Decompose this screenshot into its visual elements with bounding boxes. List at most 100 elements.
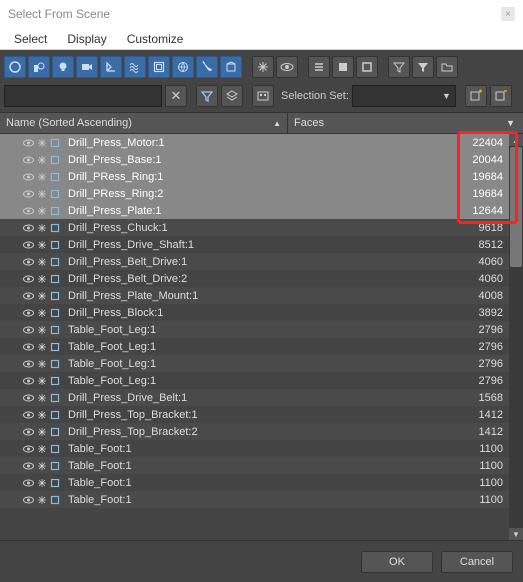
freeze-icon[interactable] — [36, 256, 47, 267]
freeze-icon[interactable] — [36, 205, 47, 216]
freeze-icon[interactable] — [36, 307, 47, 318]
layers-icon[interactable] — [221, 85, 243, 107]
header-menu-icon[interactable]: ▼ — [506, 118, 515, 128]
freeze-icon[interactable] — [36, 222, 47, 233]
scrollbar[interactable]: ▲ ▼ — [509, 134, 523, 540]
visibility-icon[interactable] — [23, 443, 34, 454]
freeze-icon[interactable] — [36, 443, 47, 454]
visibility-icon[interactable] — [23, 273, 34, 284]
container-icon[interactable] — [220, 56, 242, 78]
camera-icon[interactable] — [76, 56, 98, 78]
visibility-icon[interactable] — [23, 205, 34, 216]
circle-icon[interactable] — [4, 56, 26, 78]
folder-icon[interactable] — [436, 56, 458, 78]
scroll-up-icon[interactable]: ▲ — [509, 134, 523, 146]
filter-icon[interactable] — [388, 56, 410, 78]
table-row[interactable]: Table_Foot:11100 — [0, 440, 509, 457]
header-faces[interactable]: Faces — [288, 117, 523, 129]
menu-select[interactable]: Select — [14, 32, 47, 46]
table-row[interactable]: Drill_Press_Belt_Drive:14060 — [0, 253, 509, 270]
snowflake-icon[interactable] — [252, 56, 274, 78]
freeze-icon[interactable] — [36, 239, 47, 250]
freeze-icon[interactable] — [36, 494, 47, 505]
visibility-icon[interactable] — [23, 392, 34, 403]
list-icon[interactable] — [308, 56, 330, 78]
freeze-icon[interactable] — [36, 290, 47, 301]
freeze-icon[interactable] — [36, 375, 47, 386]
rect2-icon[interactable] — [356, 56, 378, 78]
freeze-icon[interactable] — [36, 358, 47, 369]
visibility-icon[interactable] — [23, 137, 34, 148]
selset-add-icon[interactable] — [465, 85, 487, 107]
visibility-icon[interactable] — [23, 222, 34, 233]
visibility-icon[interactable] — [23, 375, 34, 386]
visibility-icon[interactable] — [23, 154, 34, 165]
spacewarp-icon[interactable] — [124, 56, 146, 78]
scroll-thumb[interactable] — [510, 147, 522, 267]
table-row[interactable]: Drill_PRess_Ring:219684 — [0, 185, 509, 202]
visibility-icon[interactable] — [23, 477, 34, 488]
table-row[interactable]: Table_Foot_Leg:12796 — [0, 355, 509, 372]
visibility-icon[interactable] — [23, 409, 34, 420]
freeze-icon[interactable] — [36, 341, 47, 352]
visibility-icon[interactable] — [23, 324, 34, 335]
selset-icon[interactable] — [252, 85, 274, 107]
eye-icon[interactable] — [276, 56, 298, 78]
visibility-icon[interactable] — [23, 290, 34, 301]
selset-remove-icon[interactable] — [490, 85, 512, 107]
menu-display[interactable]: Display — [67, 32, 106, 46]
xref-icon[interactable] — [172, 56, 194, 78]
table-row[interactable]: Drill_Press_Motor:122404 — [0, 134, 509, 151]
table-row[interactable]: Drill_Press_Chuck:19618 — [0, 219, 509, 236]
table-row[interactable]: Table_Foot_Leg:12796 — [0, 372, 509, 389]
visibility-icon[interactable] — [23, 494, 34, 505]
helper-icon[interactable] — [100, 56, 122, 78]
bulb-icon[interactable] — [52, 56, 74, 78]
freeze-icon[interactable] — [36, 426, 47, 437]
table-row[interactable]: Drill_Press_Drive_Shaft:18512 — [0, 236, 509, 253]
header-name[interactable]: Name (Sorted Ascending) ▲ — [0, 113, 288, 133]
table-row[interactable]: Drill_Press_Plate:112644 — [0, 202, 509, 219]
visibility-icon[interactable] — [23, 426, 34, 437]
shapes-icon[interactable] — [28, 56, 50, 78]
freeze-icon[interactable] — [36, 273, 47, 284]
bone-icon[interactable] — [196, 56, 218, 78]
freeze-icon[interactable] — [36, 460, 47, 471]
table-row[interactable]: Table_Foot:11100 — [0, 457, 509, 474]
table-row[interactable]: Table_Foot_Leg:12796 — [0, 338, 509, 355]
table-row[interactable]: Drill_Press_Plate_Mount:14008 — [0, 287, 509, 304]
cancel-button[interactable]: Cancel — [441, 551, 513, 573]
table-row[interactable]: Drill_Press_Base:120044 — [0, 151, 509, 168]
table-row[interactable]: Drill_Press_Block:13892 — [0, 304, 509, 321]
freeze-icon[interactable] — [36, 392, 47, 403]
selection-set-dropdown[interactable]: ▼ — [352, 85, 456, 107]
search-input[interactable] — [4, 85, 162, 107]
group-icon[interactable] — [148, 56, 170, 78]
clear-search-button[interactable]: ✕ — [165, 85, 187, 107]
table-row[interactable]: Drill_Press_Top_Bracket:21412 — [0, 423, 509, 440]
visibility-icon[interactable] — [23, 171, 34, 182]
table-row[interactable]: Drill_PRess_Ring:119684 — [0, 168, 509, 185]
visibility-icon[interactable] — [23, 256, 34, 267]
freeze-icon[interactable] — [36, 137, 47, 148]
visibility-icon[interactable] — [23, 358, 34, 369]
freeze-icon[interactable] — [36, 171, 47, 182]
scroll-down-icon[interactable]: ▼ — [509, 528, 523, 540]
menu-customize[interactable]: Customize — [127, 32, 184, 46]
filter-selected-icon[interactable] — [196, 85, 218, 107]
freeze-icon[interactable] — [36, 477, 47, 488]
table-row[interactable]: Table_Foot:11100 — [0, 491, 509, 508]
table-row[interactable]: Drill_Press_Drive_Belt:11568 — [0, 389, 509, 406]
visibility-icon[interactable] — [23, 188, 34, 199]
freeze-icon[interactable] — [36, 188, 47, 199]
freeze-icon[interactable] — [36, 324, 47, 335]
visibility-icon[interactable] — [23, 239, 34, 250]
ok-button[interactable]: OK — [361, 551, 433, 573]
close-button[interactable]: × — [501, 7, 515, 21]
freeze-icon[interactable] — [36, 154, 47, 165]
visibility-icon[interactable] — [23, 307, 34, 318]
rect-icon[interactable] — [332, 56, 354, 78]
table-row[interactable]: Table_Foot_Leg:12796 — [0, 321, 509, 338]
visibility-icon[interactable] — [23, 460, 34, 471]
visibility-icon[interactable] — [23, 341, 34, 352]
